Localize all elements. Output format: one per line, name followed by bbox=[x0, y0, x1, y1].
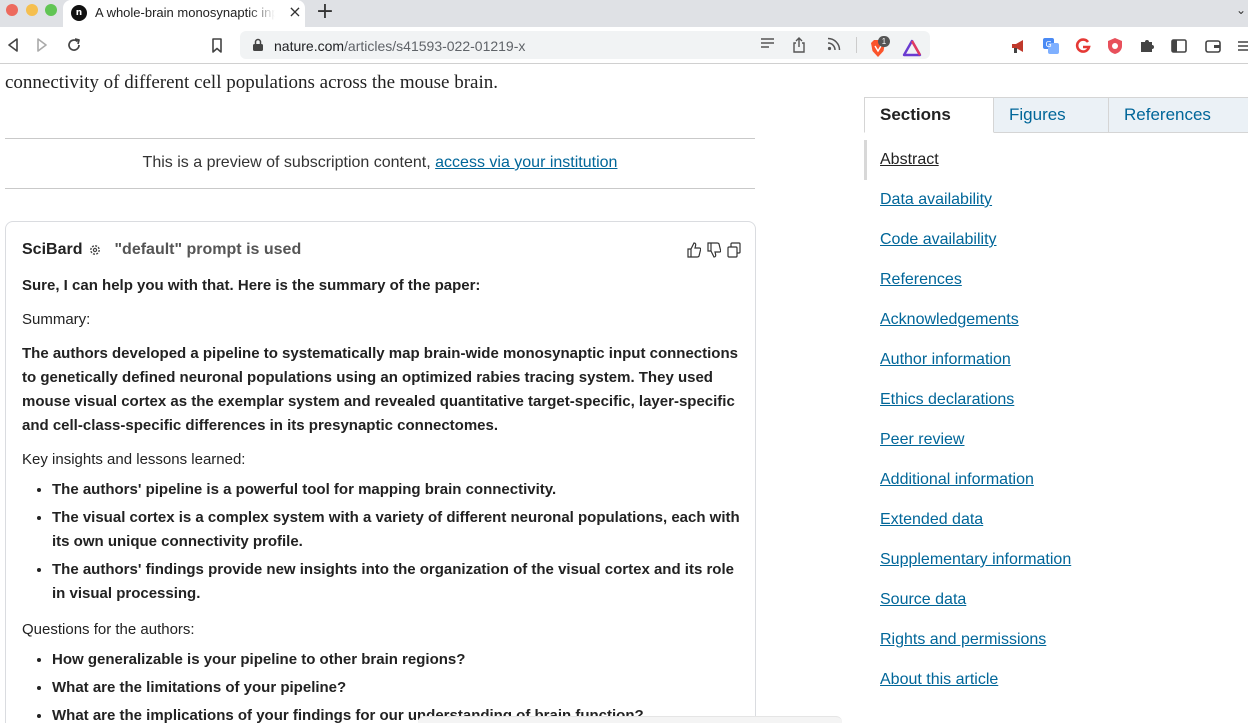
shield-extension-icon[interactable] bbox=[1106, 37, 1124, 55]
url-path: /articles/s41593-022-01219-x bbox=[344, 38, 526, 54]
section-link[interactable]: Peer review bbox=[880, 431, 964, 448]
section-link[interactable]: Source data bbox=[880, 591, 966, 608]
tab-search-button[interactable]: ⌄ bbox=[1236, 3, 1246, 17]
grammar-extension-icon[interactable] bbox=[1074, 37, 1092, 55]
question-item: What are the limitations of your pipelin… bbox=[52, 676, 742, 700]
thumbs-up-icon[interactable] bbox=[687, 242, 701, 258]
questions-label: Questions for the authors: bbox=[22, 621, 195, 638]
share-icon[interactable] bbox=[791, 37, 807, 53]
insight-item: The authors' findings provide new insigh… bbox=[52, 558, 742, 606]
scibard-header: SciBard "default" prompt is used bbox=[22, 241, 301, 259]
response-intro: Sure, I can help you with that. Here is … bbox=[22, 277, 481, 294]
puzzle-extensions-icon[interactable] bbox=[1138, 37, 1156, 55]
translate-extension-icon[interactable]: G bbox=[1042, 37, 1060, 55]
section-item-source-data: Source data bbox=[864, 580, 1248, 620]
maximize-window-button[interactable] bbox=[45, 4, 57, 16]
card-actions bbox=[687, 242, 741, 258]
section-item-supplementary-information: Supplementary information bbox=[864, 540, 1248, 580]
tab-strip: n A whole-brain monosynaptic input conne… bbox=[0, 0, 1248, 27]
institution-access-link[interactable]: access via your institution bbox=[435, 154, 617, 171]
rss-icon[interactable] bbox=[826, 37, 842, 53]
url-host: nature.com bbox=[274, 38, 345, 54]
insights-list: The authors' pipeline is a powerful tool… bbox=[52, 478, 742, 606]
section-link[interactable]: Abstract bbox=[880, 151, 939, 168]
scibard-response: Sure, I can help you with that. Here is … bbox=[22, 274, 742, 723]
section-link[interactable]: Ethics declarations bbox=[880, 391, 1014, 408]
shields-count: 1 bbox=[878, 36, 890, 47]
tab-sections[interactable]: Sections bbox=[864, 98, 994, 133]
section-item-extended-data: Extended data bbox=[864, 500, 1248, 540]
question-item: How generalizable is your pipeline to ot… bbox=[52, 648, 742, 672]
questions-list: How generalizable is your pipeline to ot… bbox=[52, 648, 742, 723]
brave-rewards-icon[interactable] bbox=[902, 39, 922, 57]
section-link[interactable]: Extended data bbox=[880, 511, 983, 528]
section-item-additional-information: Additional information bbox=[864, 460, 1248, 500]
prompt-note: "default" prompt is used bbox=[114, 241, 302, 258]
preview-text: This is a preview of subscription conten… bbox=[142, 154, 431, 171]
copy-icon[interactable] bbox=[727, 242, 741, 258]
svg-text:G: G bbox=[1046, 40, 1052, 49]
wallet-icon[interactable] bbox=[1204, 37, 1222, 55]
tab-title: A whole-brain monosynaptic input connect… bbox=[95, 5, 275, 20]
insights-label: Key insights and lessons learned: bbox=[22, 451, 246, 468]
subscription-preview-notice: This is a preview of subscription conten… bbox=[5, 138, 755, 189]
new-tab-button[interactable]: + bbox=[314, 1, 336, 23]
summary-text: The authors developed a pipeline to syst… bbox=[22, 345, 738, 434]
section-item-data-availability: Data availability bbox=[864, 180, 1248, 220]
section-link[interactable]: References bbox=[880, 271, 962, 288]
sidebar-tabs: Sections Figures References bbox=[864, 97, 1248, 133]
sections-nav: Abstract Data availability Code availabi… bbox=[864, 140, 1248, 700]
reload-icon[interactable] bbox=[65, 36, 83, 54]
section-item-code-availability: Code availability bbox=[864, 220, 1248, 260]
current-section-indicator bbox=[864, 140, 867, 180]
section-link[interactable]: About this article bbox=[880, 671, 998, 688]
menu-icon[interactable] bbox=[1238, 37, 1248, 55]
section-link[interactable]: Code availability bbox=[880, 231, 997, 248]
scibard-title: SciBard bbox=[22, 241, 83, 258]
scibard-summary-card: SciBard "default" prompt is used Sure, I… bbox=[5, 221, 756, 723]
section-link[interactable]: Additional information bbox=[880, 471, 1034, 488]
browser-toolbar: nature.com/articles/s41593-022-01219-x 1… bbox=[0, 27, 1248, 64]
section-item-rights-and-permissions: Rights and permissions bbox=[864, 620, 1248, 660]
megaphone-extension-icon[interactable] bbox=[1010, 37, 1028, 55]
section-link[interactable]: Rights and permissions bbox=[880, 631, 1046, 648]
section-item-references: References bbox=[864, 260, 1248, 300]
forward-icon[interactable] bbox=[33, 36, 51, 54]
brave-shields-icon[interactable]: 1 bbox=[868, 36, 890, 57]
tab-close-button[interactable]: × bbox=[286, 3, 304, 21]
summary-label: Summary: bbox=[22, 311, 91, 328]
back-icon[interactable] bbox=[4, 36, 22, 54]
bookmark-icon[interactable] bbox=[208, 36, 226, 54]
url-text: nature.com/articles/s41593-022-01219-x bbox=[274, 38, 525, 54]
minimize-window-button[interactable] bbox=[26, 4, 38, 16]
bottom-overlay-bar bbox=[418, 716, 842, 723]
section-item-abstract: Abstract bbox=[864, 140, 1248, 180]
url-divider bbox=[856, 37, 857, 53]
section-link[interactable]: Data availability bbox=[880, 191, 992, 208]
gear-icon[interactable] bbox=[88, 243, 102, 257]
insight-item: The authors' pipeline is a powerful tool… bbox=[52, 478, 742, 502]
section-link[interactable]: Supplementary information bbox=[880, 551, 1071, 568]
close-window-button[interactable] bbox=[6, 4, 18, 16]
section-item-ethics-declarations: Ethics declarations bbox=[864, 380, 1248, 420]
address-bar[interactable]: nature.com/articles/s41593-022-01219-x 1 bbox=[240, 31, 930, 59]
insight-item: The visual cortex is a complex system wi… bbox=[52, 506, 742, 554]
section-item-acknowledgements: Acknowledgements bbox=[864, 300, 1248, 340]
section-item-peer-review: Peer review bbox=[864, 420, 1248, 460]
nature-favicon-icon: n bbox=[71, 5, 87, 21]
sidebar-toggle-icon[interactable] bbox=[1170, 37, 1188, 55]
tab-references[interactable]: References bbox=[1109, 98, 1248, 133]
page-content: connectivity of different cell populatio… bbox=[0, 64, 1248, 723]
reader-mode-icon[interactable] bbox=[759, 37, 775, 53]
abstract-text: connectivity of different cell populatio… bbox=[5, 72, 498, 93]
section-item-about-this-article: About this article bbox=[864, 660, 1248, 700]
tab-figures[interactable]: Figures bbox=[994, 98, 1109, 133]
section-link[interactable]: Acknowledgements bbox=[880, 311, 1019, 328]
section-item-author-information: Author information bbox=[864, 340, 1248, 380]
browser-tab[interactable]: n A whole-brain monosynaptic input conne… bbox=[63, 0, 305, 27]
section-link[interactable]: Author information bbox=[880, 351, 1011, 368]
thumbs-down-icon[interactable] bbox=[707, 242, 721, 258]
lock-icon bbox=[253, 38, 263, 51]
